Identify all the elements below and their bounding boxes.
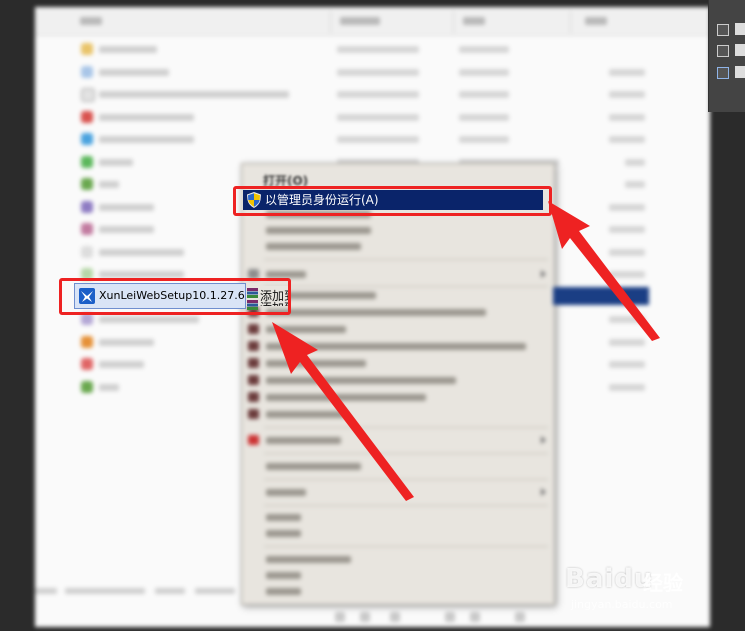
arrow-to-file-item	[272, 322, 414, 501]
watermark-suffix: 经验	[643, 571, 683, 595]
arrow-to-run-as-admin	[548, 201, 660, 341]
annotation-arrows	[272, 201, 660, 501]
baidu-watermark: Baidu 经验 jingyan.baidu.com	[565, 560, 715, 620]
watermark-url: jingyan.baidu.com	[571, 598, 673, 611]
watermark-brand: Baidu	[565, 564, 654, 594]
